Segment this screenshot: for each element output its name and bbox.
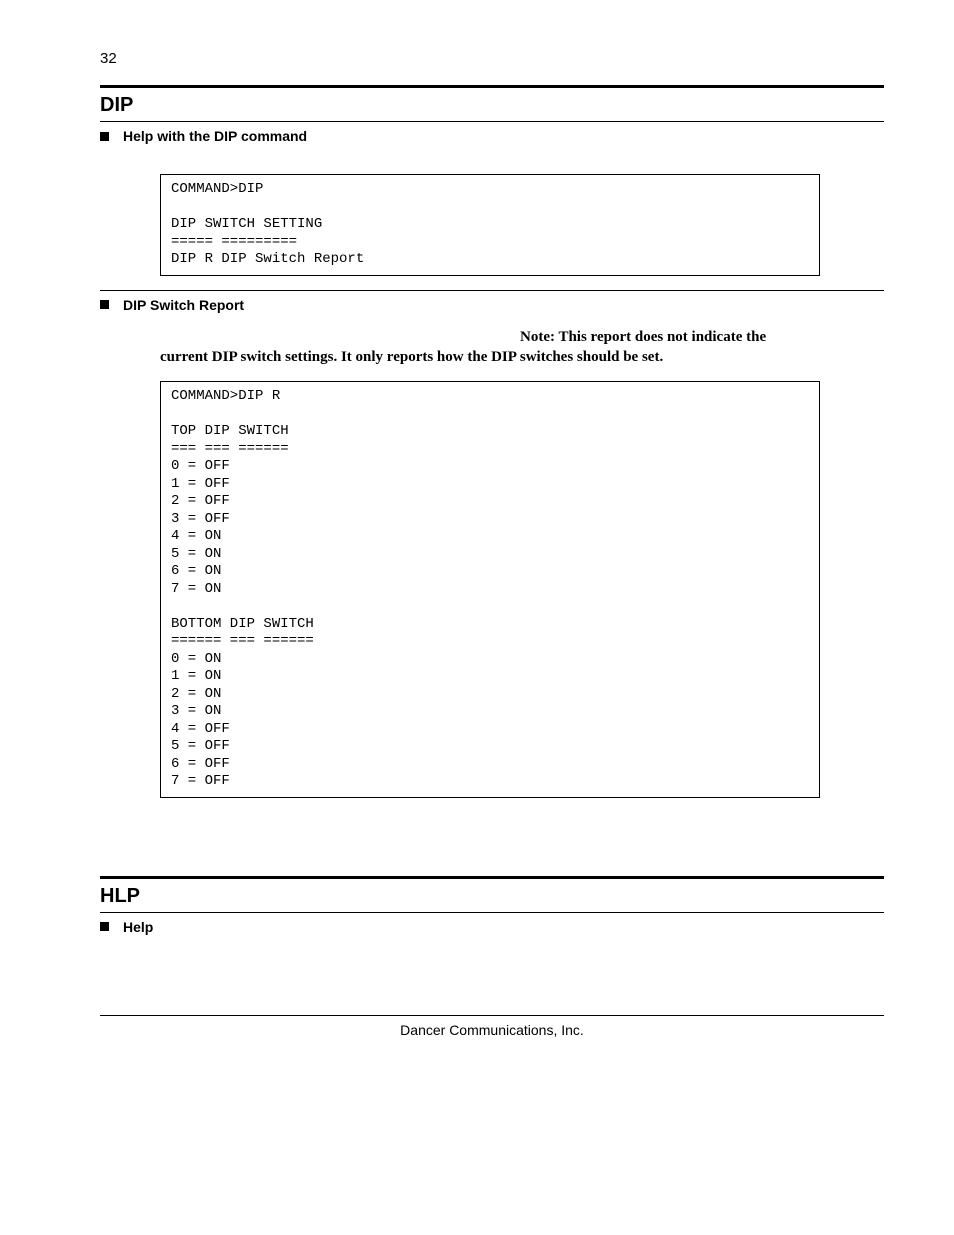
sub-heading-row: Help with the DIP command <box>100 128 884 144</box>
code-block-dip-report: COMMAND>DIP R TOP DIP SWITCH === === ===… <box>160 381 820 798</box>
section-heading-dip: DIP <box>100 94 884 117</box>
sub-heading-row: Help <box>100 919 884 935</box>
note-paragraph: Note: This report does not indicate the … <box>160 327 884 368</box>
footer-text: Dancer Communications, Inc. <box>100 1015 884 1038</box>
sub-heading-text: DIP Switch Report <box>123 297 244 313</box>
divider-thin <box>100 912 884 913</box>
sub-heading-row: DIP Switch Report <box>100 297 884 313</box>
square-bullet-icon <box>100 922 109 931</box>
page-container: 32 DIP Help with the DIP command COMMAND… <box>0 0 954 1078</box>
square-bullet-icon <box>100 300 109 309</box>
section-heading-hlp: HLP <box>100 885 884 908</box>
page-number: 32 <box>100 50 884 67</box>
divider-thick <box>100 876 884 879</box>
divider-thin <box>100 121 884 122</box>
note-bold-line2: current DIP switch settings. It only rep… <box>160 349 663 365</box>
spacer <box>100 812 884 876</box>
sub-heading-text: Help <box>123 919 153 935</box>
divider-thick <box>100 85 884 88</box>
divider-thin <box>100 290 884 291</box>
note-bold-line1: Note: This report does not indicate the <box>520 329 766 345</box>
sub-heading-text: Help with the DIP command <box>123 128 307 144</box>
square-bullet-icon <box>100 132 109 141</box>
code-block-dip-help: COMMAND>DIP DIP SWITCH SETTING ===== ===… <box>160 174 820 276</box>
